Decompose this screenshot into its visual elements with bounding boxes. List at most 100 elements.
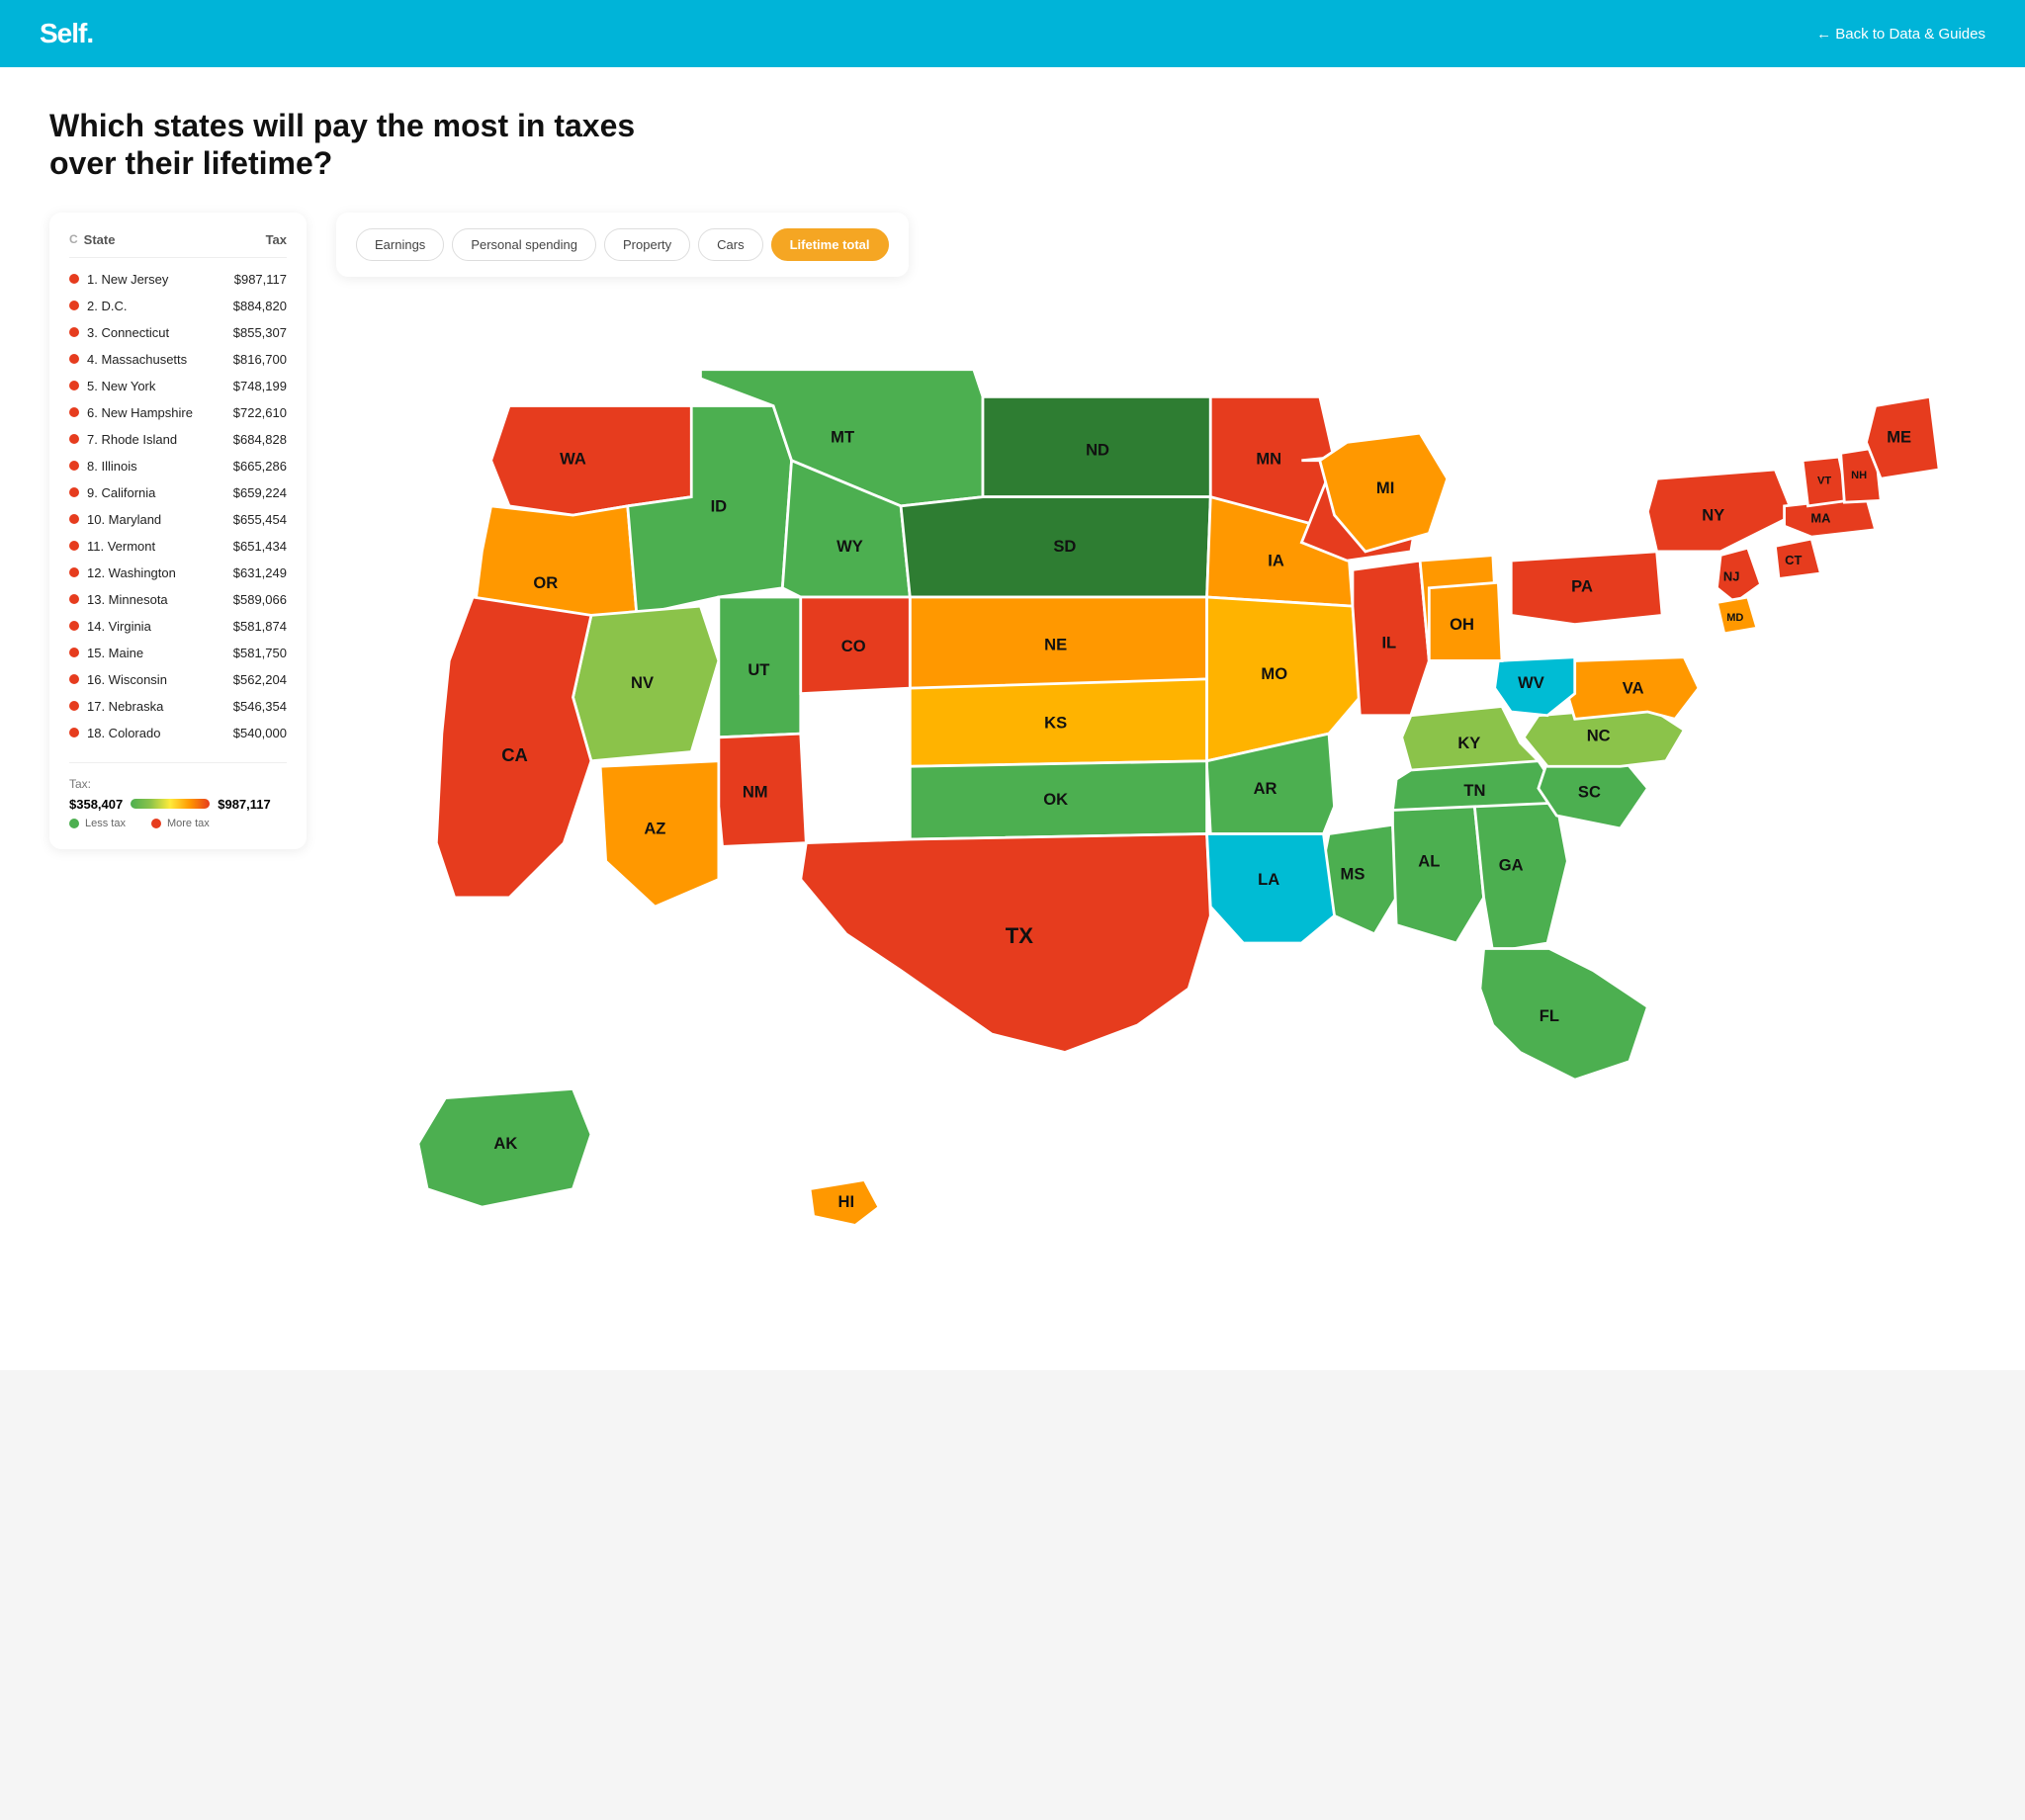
tab-cars[interactable]: Cars	[698, 228, 762, 261]
state-WV	[1495, 657, 1575, 716]
state-row: 15. Maine $581,750	[69, 640, 287, 666]
state-NY	[1647, 470, 1793, 552]
tab-personal-spending[interactable]: Personal spending	[452, 228, 596, 261]
state-PA	[1511, 552, 1662, 625]
state-NV	[572, 606, 718, 761]
tab-lifetime-total[interactable]: Lifetime total	[771, 228, 889, 261]
state-rows-container: 1. New Jersey $987,117 2. D.C. $884,820 …	[69, 266, 287, 746]
state-NE	[910, 597, 1206, 688]
page-title: Which states will pay the most in taxes …	[49, 107, 643, 183]
state-name: 11. Vermont	[87, 539, 155, 554]
state-tax: $855,307	[233, 325, 287, 340]
state-dot	[69, 461, 79, 471]
state-row: 17. Nebraska $546,354	[69, 693, 287, 720]
col-tax-label: Tax	[266, 232, 287, 247]
state-dot	[69, 728, 79, 737]
legend-tax-label: Tax:	[69, 777, 287, 791]
state-tax: $659,224	[233, 485, 287, 500]
state-dot	[69, 567, 79, 577]
state-HI	[810, 1179, 879, 1225]
less-tax-label: Less tax	[85, 818, 126, 829]
state-TX	[801, 833, 1210, 1052]
right-side: EarningsPersonal spendingPropertyCars Lif…	[336, 213, 1976, 1322]
state-tax: $562,204	[233, 672, 287, 687]
state-row: 8. Illinois $665,286	[69, 453, 287, 479]
state-dot	[69, 354, 79, 364]
state-tax: $816,700	[233, 352, 287, 367]
state-CA	[436, 597, 591, 898]
legend-bar-row: $358,407 $987,117	[69, 797, 287, 812]
tab-earnings[interactable]: Earnings	[356, 228, 444, 261]
state-OH	[1429, 582, 1502, 660]
state-row: 2. D.C. $884,820	[69, 293, 287, 319]
state-row: 4. Massachusetts $816,700	[69, 346, 287, 373]
state-IL	[1353, 561, 1429, 716]
state-dot	[69, 487, 79, 497]
state-row: 14. Virginia $581,874	[69, 613, 287, 640]
legend-gradient-bar	[131, 799, 210, 809]
state-row: 10. Maryland $655,454	[69, 506, 287, 533]
state-tax: $655,454	[233, 512, 287, 527]
state-name: 1. New Jersey	[87, 272, 168, 287]
state-name: 5. New York	[87, 379, 155, 393]
state-row: 1. New Jersey $987,117	[69, 266, 287, 293]
state-UT	[719, 597, 801, 737]
state-tax: $581,874	[233, 619, 287, 634]
more-tax-label: More tax	[167, 818, 210, 829]
state-name: 13. Minnesota	[87, 592, 168, 607]
state-name: 6. New Hampshire	[87, 405, 193, 420]
state-dot	[69, 594, 79, 604]
state-row: 3. Connecticut $855,307	[69, 319, 287, 346]
state-dot	[69, 541, 79, 551]
state-tax: $581,750	[233, 646, 287, 660]
state-row: 18. Colorado $540,000	[69, 720, 287, 746]
state-name: 15. Maine	[87, 646, 143, 660]
main-content: Which states will pay the most in taxes …	[0, 67, 2025, 1370]
state-MS	[1323, 824, 1396, 934]
state-KS	[910, 679, 1206, 766]
state-name: 17. Nebraska	[87, 699, 163, 714]
state-GA	[1474, 803, 1567, 952]
state-name: 3. Connecticut	[87, 325, 169, 340]
state-row: 7. Rhode Island $684,828	[69, 426, 287, 453]
us-map: WA OR ID MT WY ND	[336, 297, 1976, 1322]
state-AZ	[600, 761, 719, 907]
state-ME	[1866, 396, 1939, 478]
state-tax: $748,199	[233, 379, 287, 393]
tabs-container: EarningsPersonal spendingPropertyCars Lif…	[336, 213, 909, 277]
state-CT	[1775, 539, 1820, 579]
state-OK	[910, 761, 1206, 839]
state-name: 4. Massachusetts	[87, 352, 187, 367]
state-dot	[69, 434, 79, 444]
state-FL	[1480, 948, 1647, 1080]
state-name: 18. Colorado	[87, 726, 160, 740]
state-tax: $631,249	[233, 565, 287, 580]
state-name: 8. Illinois	[87, 459, 137, 474]
state-NJ	[1717, 548, 1760, 602]
back-link[interactable]: ← Back to Data & Guides	[1816, 26, 1985, 43]
col-state-label: State	[84, 232, 116, 247]
logo: Self.	[40, 18, 93, 49]
sidebar-table: C State Tax 1. New Jersey $987,117 2. D.…	[49, 213, 307, 849]
state-dot	[69, 648, 79, 657]
state-tax: $722,610	[233, 405, 287, 420]
state-tax: $884,820	[233, 299, 287, 313]
state-name: 10. Maryland	[87, 512, 161, 527]
state-MD	[1717, 597, 1757, 634]
state-AL	[1392, 807, 1483, 943]
state-LA	[1207, 833, 1335, 943]
state-name: 9. California	[87, 485, 155, 500]
col-c-label: C	[69, 232, 78, 246]
legend-min: $358,407	[69, 797, 123, 812]
state-dot	[69, 514, 79, 524]
state-dot	[69, 381, 79, 390]
state-tax: $665,286	[233, 459, 287, 474]
tab-property[interactable]: Property	[604, 228, 690, 261]
state-row: 9. California $659,224	[69, 479, 287, 506]
state-dot	[69, 621, 79, 631]
state-name: 14. Virginia	[87, 619, 151, 634]
state-tax: $589,066	[233, 592, 287, 607]
state-tax: $540,000	[233, 726, 287, 740]
state-dot	[69, 327, 79, 337]
state-VA	[1565, 657, 1698, 720]
